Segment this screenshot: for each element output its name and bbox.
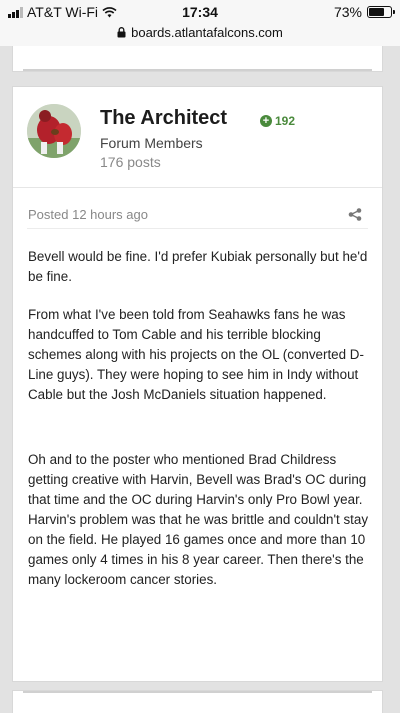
post-header: The Architect + 192 Forum Members 176 po… xyxy=(13,87,382,187)
plus-icon: + xyxy=(260,115,272,127)
forum-post: The Architect + 192 Forum Members 176 po… xyxy=(12,86,383,682)
battery-icon xyxy=(367,6,395,18)
battery-info: 73% xyxy=(333,4,395,20)
avatar[interactable] xyxy=(27,104,81,158)
divider xyxy=(13,187,382,188)
post-paragraph: Bevell would be fine. I'd prefer Kubiak … xyxy=(28,249,368,284)
reputation-badge: + 192 xyxy=(260,114,295,128)
address-bar[interactable]: boards.atlantafalcons.com xyxy=(0,24,400,46)
url-text: boards.atlantafalcons.com xyxy=(131,25,283,40)
lock-icon xyxy=(117,27,126,38)
post-count: 176 posts xyxy=(100,154,161,170)
post-paragraph: From what I've been told from Seahawks f… xyxy=(28,307,364,402)
reputation-count: 192 xyxy=(275,114,296,128)
battery-percent: 73% xyxy=(333,4,362,20)
member-group: Forum Members xyxy=(100,135,203,151)
divider xyxy=(27,228,368,229)
share-icon[interactable] xyxy=(348,208,362,221)
post-paragraph: Oh and to the poster who mentioned Brad … xyxy=(28,452,369,587)
next-post-card xyxy=(12,690,383,713)
status-bar: AT&T Wi-Fi 17:34 73% xyxy=(0,0,400,24)
author-name[interactable]: The Architect xyxy=(100,107,227,130)
post-body: Bevell would be fine. I'd prefer Kubiak … xyxy=(28,247,373,608)
previous-post-card xyxy=(12,46,383,72)
post-timestamp[interactable]: Posted 12 hours ago xyxy=(28,207,148,222)
